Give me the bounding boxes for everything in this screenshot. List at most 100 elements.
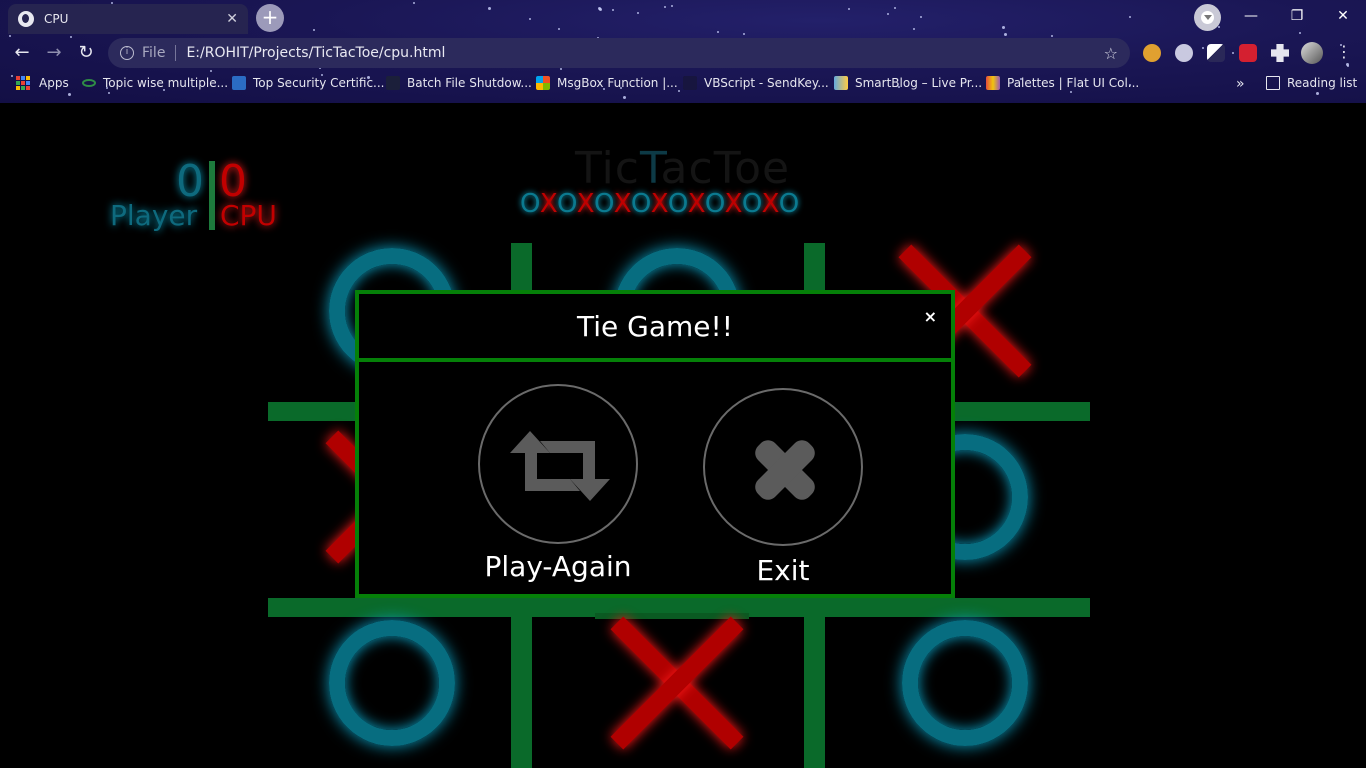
x-mark: X	[650, 189, 668, 219]
url-scheme: File	[142, 45, 166, 61]
retweet-icon	[510, 431, 610, 501]
title-part: T	[639, 143, 661, 194]
bookmark-item[interactable]: Topic wise multiple...	[82, 76, 228, 90]
o-mark	[329, 620, 455, 746]
star-dot	[671, 5, 673, 7]
globe-icon	[18, 11, 34, 27]
eyedropper-icon[interactable]	[1207, 44, 1225, 62]
x-mark: X	[724, 189, 742, 219]
avatar[interactable]	[1301, 42, 1323, 64]
board-cell[interactable]	[322, 613, 462, 753]
reading-list-icon	[1266, 76, 1280, 90]
x-mark: X	[761, 189, 779, 219]
bookmark-apps[interactable]: Apps	[16, 76, 69, 90]
bookmark-star-icon[interactable]: ☆	[1104, 44, 1118, 63]
close-icon[interactable]: ×	[924, 307, 937, 326]
player-label: Player	[110, 199, 198, 232]
browser-tab[interactable]: CPU ✕	[8, 4, 248, 34]
microsoft-icon	[536, 76, 550, 90]
x-mark	[602, 608, 752, 758]
forward-button[interactable]: →	[41, 40, 67, 66]
close-window-button[interactable]: ✕	[1320, 0, 1366, 32]
tab-search-button[interactable]	[1194, 4, 1221, 31]
cpu-label: CPU	[220, 199, 277, 232]
menu-icon[interactable]: ⋮	[1336, 42, 1352, 61]
reading-list-label: Reading list	[1287, 76, 1358, 90]
address-bar[interactable]: i File E:/ROHIT/Projects/TicTacToe/cpu.h…	[108, 38, 1130, 68]
o-mark: O	[520, 189, 540, 219]
bookmark-item[interactable]: Palettes | Flat UI Col...	[986, 76, 1139, 90]
reading-list-button[interactable]: Reading list	[1266, 76, 1357, 90]
bookmark-item[interactable]: VBScript - SendKey...	[683, 76, 829, 90]
board-cell[interactable]	[895, 613, 1035, 753]
star-dot	[887, 13, 889, 15]
bookmark-label: Palettes | Flat UI Col...	[1007, 76, 1140, 90]
bookmarks-bar: Apps Topic wise multiple... Top Security…	[0, 72, 1366, 98]
new-tab-button[interactable]: +	[256, 4, 284, 32]
bookmark-label: MsgBox Function |...	[557, 76, 678, 90]
star-dot	[1129, 16, 1131, 18]
o-mark: O	[556, 189, 577, 219]
dialog-title: Tie Game!!	[577, 309, 733, 343]
info-icon[interactable]: i	[120, 46, 134, 60]
tab-title: CPU	[44, 12, 69, 26]
extension-icon[interactable]	[1175, 44, 1193, 62]
bookmark-label: Topic wise multiple...	[103, 76, 229, 90]
star-dot	[558, 28, 560, 30]
back-button[interactable]: ←	[9, 40, 35, 66]
extension-icon[interactable]	[1239, 44, 1257, 62]
tab-close-icon[interactable]: ✕	[226, 11, 238, 27]
game-title: TicTacToe	[575, 143, 790, 194]
star-dot	[637, 12, 639, 14]
puzzle-icon[interactable]	[1271, 44, 1289, 62]
bookmark-item[interactable]: Top Security Certific...	[232, 76, 385, 90]
star-dot	[313, 29, 315, 31]
play-again-label: Play-Again	[484, 550, 632, 583]
bookmark-favicon-icon	[82, 79, 96, 87]
bookmark-item[interactable]: SmartBlog – Live Pr...	[834, 76, 982, 90]
star-dot	[529, 18, 531, 20]
star-dot	[1002, 26, 1005, 29]
exit-ring[interactable]	[703, 388, 863, 546]
star-dot	[664, 6, 666, 8]
star-dot	[717, 31, 719, 33]
scoreboard: 0 0 Player CPU	[110, 157, 285, 236]
star-dot	[913, 28, 915, 30]
star-dot	[1218, 26, 1220, 28]
exit-button[interactable]: Exit	[703, 388, 863, 587]
reload-button[interactable]: ↻	[73, 40, 99, 66]
star-dot	[598, 7, 601, 10]
bookmark-favicon-icon	[386, 76, 400, 90]
bookmarks-overflow-button[interactable]: »	[1236, 76, 1245, 92]
x-mark: X	[539, 189, 557, 219]
browser-chrome: CPU ✕ + — ❐ ✕ ← → ↻ i File E:/ROHIT/Proj…	[0, 0, 1366, 103]
play-again-button[interactable]: Play-Again	[478, 384, 638, 583]
o-mark: O	[630, 189, 651, 219]
url-text[interactable]: E:/ROHIT/Projects/TicTacToe/cpu.html	[186, 45, 1103, 61]
bookmark-favicon-icon	[232, 76, 246, 90]
chevron-down-icon	[1204, 15, 1212, 20]
bookmark-favicon-icon	[834, 76, 848, 90]
minimize-button[interactable]: —	[1228, 0, 1274, 32]
bookmark-label: SmartBlog – Live Pr...	[855, 76, 983, 90]
o-mark: O	[593, 189, 614, 219]
star-dot	[1299, 32, 1301, 34]
star-dot	[894, 7, 896, 9]
close-x-icon	[755, 440, 815, 500]
play-again-ring[interactable]	[478, 384, 638, 544]
star-dot	[848, 8, 850, 10]
bookmark-item[interactable]: Batch File Shutdow...	[386, 76, 532, 90]
apps-grid-icon	[16, 76, 30, 90]
o-mark: O	[704, 189, 725, 219]
star-dot	[743, 33, 745, 35]
bookmark-item[interactable]: MsgBox Function |...	[536, 76, 678, 90]
x-mark: X	[576, 189, 594, 219]
exit-label: Exit	[756, 554, 810, 587]
restore-button[interactable]: ❐	[1274, 0, 1320, 32]
marks-banner: OXOXOXOXOXOXOXO	[520, 189, 800, 219]
x-mark: X	[613, 189, 631, 219]
bookmark-label: VBScript - SendKey...	[704, 76, 829, 90]
extension-icon[interactable]	[1143, 44, 1161, 62]
o-mark: O	[741, 189, 762, 219]
board-cell[interactable]	[607, 613, 747, 753]
